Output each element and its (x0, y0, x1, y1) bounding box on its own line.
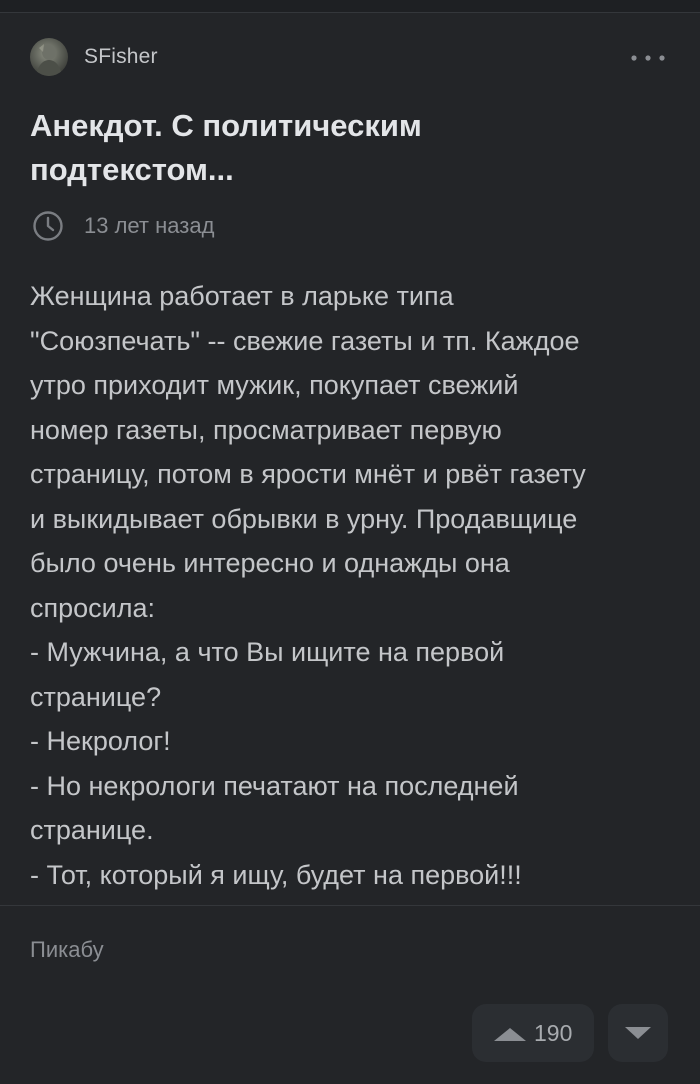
post-body: Женщина работает в ларьке типа "Союзпеча… (30, 274, 670, 897)
body-line: - Мужчина, а что Вы ищите на первой (30, 637, 505, 667)
body-line: номер газеты, просматривает первую (30, 414, 502, 445)
author-name[interactable]: SFisher (84, 45, 158, 69)
body-line: - Некролог! (30, 726, 171, 756)
footer-divider (0, 905, 700, 906)
author-avatar[interactable] (30, 38, 68, 76)
more-options-icon[interactable] (626, 46, 670, 70)
body-line: и выкидывает обрывки в урну. Продавщице (30, 503, 578, 534)
top-strip (0, 0, 700, 12)
body-line: странице? (30, 681, 162, 712)
body-line: странице. (30, 815, 154, 845)
post-title-line2: подтекстом... (30, 152, 234, 187)
post-time: 13 лет назад (84, 213, 215, 238)
post-title-line1: Анекдот. С политическим (30, 108, 422, 143)
body-line: спросила: (30, 592, 156, 623)
post-header: SFisher (30, 38, 670, 78)
rating-count: 190 (534, 1020, 573, 1046)
body-line: было очень интересно и однажды она (30, 548, 510, 578)
body-line: - Тот, который я ищу, будет на первой!!! (30, 859, 522, 890)
upvote-button[interactable]: 190 (472, 1004, 594, 1062)
clock-icon (33, 211, 63, 241)
community-link[interactable]: Пикабу (30, 937, 104, 963)
post-title[interactable]: Анекдот. С политическим подтекстом... (30, 104, 590, 192)
body-line: утро приходит мужик, покупает свежий (30, 370, 519, 400)
triangle-down-icon (625, 1027, 651, 1039)
triangle-up-icon (494, 1028, 526, 1041)
body-line: Женщина работает в ларьке типа (30, 281, 454, 311)
body-line: страницу, потом в ярости мнёт и рвёт газ… (30, 459, 586, 489)
avatar-image (36, 44, 62, 76)
downvote-button[interactable] (608, 1004, 668, 1062)
body-line: - Но некрологи печатают на последней (30, 770, 519, 801)
body-line: "Союзпечать" -- свежие газеты и тп. Кажд… (30, 325, 580, 356)
top-divider (0, 12, 700, 13)
